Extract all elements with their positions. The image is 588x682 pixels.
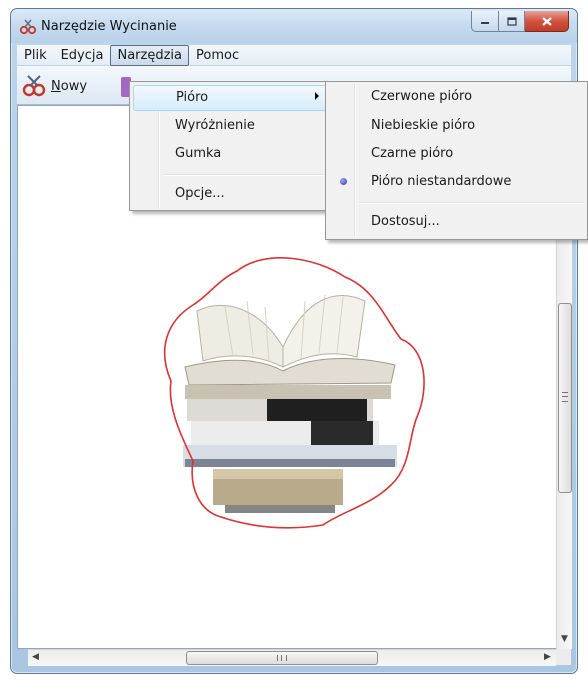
- submenu-arrow-icon: [315, 92, 319, 100]
- menu-separator: [359, 202, 584, 204]
- maximize-button[interactable]: [499, 11, 525, 32]
- grip-icon: [562, 392, 568, 402]
- menu-item-label: Czarne pióro: [371, 146, 454, 161]
- menu-item-label: Niebieskie pióro: [371, 118, 476, 133]
- menu-item-opcje[interactable]: Opcje...: [133, 182, 328, 206]
- scroll-down-arrow[interactable]: ▼: [561, 635, 568, 644]
- menu-item-pioro[interactable]: Pióro: [133, 85, 328, 111]
- menu-plik[interactable]: Plik: [17, 45, 54, 66]
- snipped-image: [163, 257, 425, 529]
- close-button[interactable]: [525, 11, 569, 32]
- horizontal-scroll-thumb[interactable]: [186, 651, 378, 665]
- menu-bar: Plik Edycja Narzędzia Pomoc: [17, 44, 571, 66]
- vertical-scroll-thumb[interactable]: [558, 303, 572, 493]
- books-image: [183, 294, 397, 513]
- grip-icon: [277, 655, 287, 661]
- minimize-button[interactable]: [471, 11, 499, 32]
- menu-item-pioro-niestandardowe[interactable]: Pióro niestandardowe: [329, 170, 584, 194]
- menu-item-label: Gumka: [175, 146, 222, 161]
- new-button-label: Nowy: [51, 78, 88, 94]
- menu-item-label: Wyróżnienie: [175, 118, 255, 133]
- window-controls: [471, 11, 569, 32]
- tools-menu: Pióro Wyróżnienie Gumka Opcje...: [129, 81, 332, 211]
- menu-item-czerwone-pioro[interactable]: Czerwone pióro: [329, 85, 584, 109]
- scroll-left-arrow[interactable]: ◀: [32, 653, 39, 662]
- size-grip[interactable]: [556, 649, 571, 665]
- menu-item-label: Pióro: [176, 90, 209, 105]
- menu-pomoc[interactable]: Pomoc: [189, 45, 246, 66]
- close-icon: [541, 16, 552, 26]
- menu-item-dostosuj[interactable]: Dostosuj...: [329, 210, 584, 234]
- menu-item-czarne-pioro[interactable]: Czarne pióro: [329, 142, 584, 166]
- maximize-icon: [506, 16, 517, 26]
- menu-edycja[interactable]: Edycja: [54, 45, 111, 66]
- menu-item-wyroznienie[interactable]: Wyróżnienie: [133, 114, 328, 138]
- menu-separator: [163, 174, 328, 176]
- window-title: Narzędzie Wycinanie: [41, 19, 177, 34]
- menu-item-niebieskie-pioro[interactable]: Niebieskie pióro: [329, 114, 584, 138]
- menu-item-gumka[interactable]: Gumka: [133, 142, 328, 166]
- scissors-app-icon: [19, 19, 37, 35]
- radio-selected-icon: [340, 178, 347, 185]
- title-bar[interactable]: Narzędzie Wycinanie: [11, 9, 577, 43]
- menu-item-label: Czerwone pióro: [371, 89, 473, 104]
- pen-submenu: Czerwone pióro Niebieskie pióro Czarne p…: [325, 81, 588, 240]
- menu-item-label: Opcje...: [175, 186, 225, 201]
- menu-item-label: Pióro niestandardowe: [371, 174, 512, 189]
- horizontal-scrollbar[interactable]: ◀ ▶: [28, 649, 556, 666]
- menu-item-label: Dostosuj...: [371, 214, 440, 229]
- menu-narzedzia[interactable]: Narzędzia: [110, 44, 189, 66]
- scissors-icon: [22, 75, 46, 97]
- scroll-right-arrow[interactable]: ▶: [544, 653, 551, 662]
- minimize-icon: [481, 22, 489, 24]
- new-snip-button[interactable]: Nowy: [21, 74, 87, 98]
